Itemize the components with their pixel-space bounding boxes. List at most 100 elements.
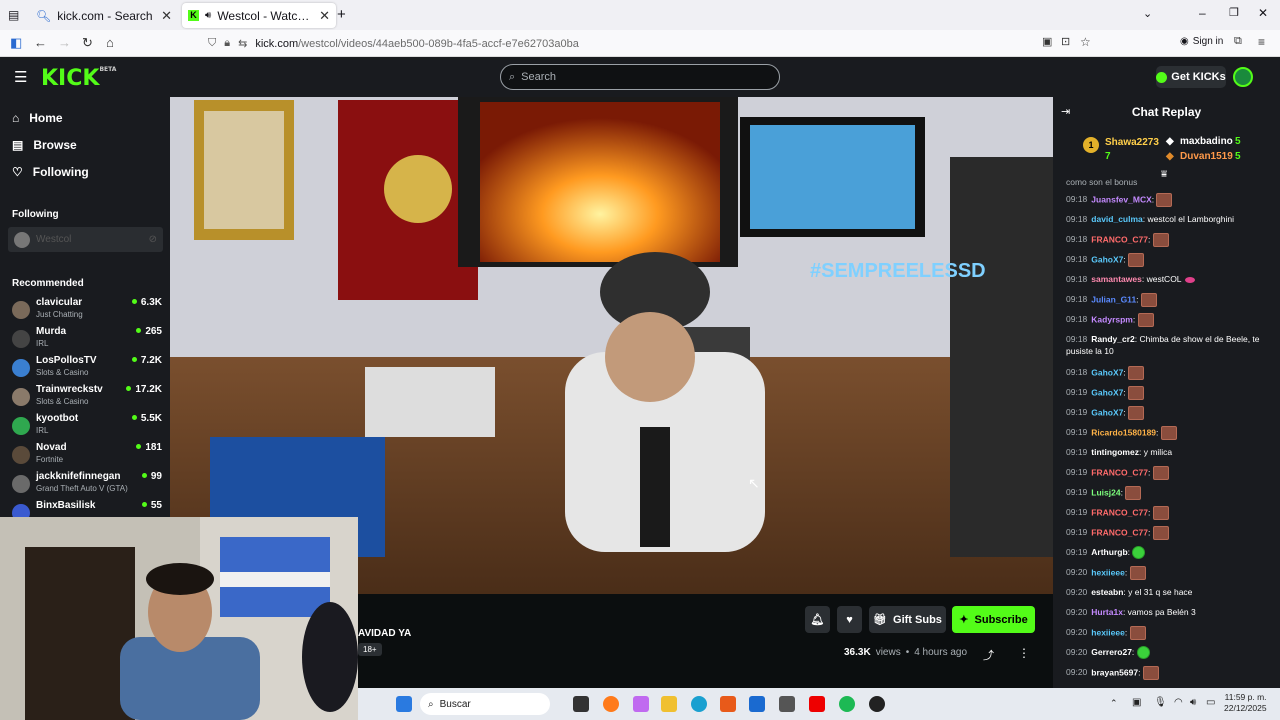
user-avatar[interactable]	[1233, 67, 1253, 87]
message-username[interactable]: Julian_G11	[1091, 294, 1136, 304]
message-username[interactable]: samantawes	[1091, 274, 1142, 284]
volume-icon[interactable]: 🔊︎	[1190, 697, 1196, 708]
bookmark-star-icon[interactable]: ☆	[1080, 35, 1091, 49]
get-kicks-button[interactable]: Get KICKs	[1156, 66, 1226, 88]
tab-list-icon[interactable]: ▤	[8, 8, 19, 22]
channel-avatar	[12, 417, 30, 435]
tab-kick-search[interactable]: 🔍︎ kick.com - Search ✕	[30, 3, 178, 28]
follow-heart-button[interactable]: ♥	[837, 606, 862, 633]
permissions-icon[interactable]: ⇆	[238, 37, 247, 50]
message-time: 09:18	[1066, 294, 1088, 305]
message-colon: :	[1147, 507, 1153, 518]
start-icon[interactable]	[396, 696, 412, 712]
menu-icon[interactable]: ≡	[1258, 35, 1265, 49]
message-username[interactable]: hexiieee	[1091, 567, 1125, 577]
recommended-channel[interactable]: LosPollosTV Slots & Casino 7.2K	[12, 355, 162, 383]
message-username[interactable]: GahoX7	[1091, 407, 1123, 417]
audio-playing-icon[interactable]: 🔊︎	[205, 10, 211, 21]
pocket-icon[interactable]: ⊡	[1061, 35, 1070, 48]
spotify-icon[interactable]	[839, 696, 855, 712]
close-tab-icon[interactable]: ✕	[319, 8, 330, 24]
message-username[interactable]: Gerrero27	[1091, 647, 1132, 657]
address-bar[interactable]: ⛉ 🔒︎ ⇆ kick.com/westcol/videos/44aeb500-…	[202, 33, 1098, 54]
gift-subs-button[interactable]: 🎁︎ Gift Subs	[869, 606, 946, 633]
file-explorer-icon[interactable]	[661, 696, 677, 712]
message-username[interactable]: GahoX7	[1091, 367, 1123, 377]
restore-button[interactable]: ❐	[1229, 6, 1239, 19]
extensions-icon[interactable]: ⧉	[1234, 35, 1242, 48]
copilot-icon[interactable]	[633, 696, 649, 712]
back-button[interactable]: ←	[34, 35, 47, 50]
message-username[interactable]: brayan5697	[1091, 667, 1138, 677]
message-username[interactable]: GahoX7	[1091, 254, 1123, 264]
chevron-up-icon[interactable]: ⌃	[1110, 698, 1118, 709]
notification-bell-button[interactable]: 🔔︎	[805, 606, 830, 633]
share-icon[interactable]: ⤴	[983, 647, 994, 663]
message-username[interactable]: tintingomez	[1091, 447, 1139, 457]
recommended-channel[interactable]: kyootbot IRL 5.5K	[12, 413, 162, 441]
message-username[interactable]: Juansfev_MCX	[1091, 194, 1151, 204]
system-clock[interactable]: 11:59 p. m. 22/12/2025	[1224, 692, 1267, 714]
hamburger-menu-icon[interactable]: ☰	[14, 68, 27, 86]
message-text: vamos pa Belén 3	[1127, 607, 1196, 617]
reload-button[interactable]: ↻	[82, 35, 93, 51]
wifi-icon[interactable]: ◠	[1174, 697, 1183, 708]
tray-app-icon[interactable]: ▣	[1132, 697, 1141, 708]
netflix-icon[interactable]	[809, 696, 825, 712]
task-view-icon[interactable]	[573, 696, 589, 712]
message-username[interactable]: esteabn	[1091, 587, 1123, 597]
outlook-icon[interactable]	[749, 696, 765, 712]
chevron-down-icon[interactable]: ⌄	[1143, 7, 1152, 20]
message-username[interactable]: GahoX7	[1091, 387, 1123, 397]
battery-icon[interactable]: ▭	[1206, 697, 1215, 708]
message-username[interactable]: Hurta1x	[1091, 607, 1123, 617]
close-window-button[interactable]: ✕	[1258, 6, 1268, 20]
message-username[interactable]: Randy_cr2	[1091, 334, 1134, 344]
new-tab-button[interactable]: +	[337, 6, 346, 23]
close-tab-icon[interactable]: ✕	[161, 8, 172, 24]
message-username[interactable]: Luisj24	[1091, 487, 1120, 497]
microphone-icon[interactable]: 🎙︎	[1154, 697, 1167, 708]
message-username[interactable]: FRANCO_C77	[1091, 507, 1148, 517]
channel-avatar	[12, 330, 30, 348]
kick-logo[interactable]: KICKBETA	[41, 66, 116, 91]
minimize-button[interactable]: –	[1199, 6, 1206, 20]
taskbar-search[interactable]: ⌕ Buscar	[420, 693, 550, 715]
chat-message: 09:20 hexiieee:	[1066, 566, 1271, 580]
recommended-channel[interactable]: Murda IRL 265	[12, 326, 162, 354]
app-icon[interactable]	[869, 696, 885, 712]
firefox-icon[interactable]	[603, 696, 619, 712]
message-username[interactable]: Kadyrspm	[1091, 314, 1133, 324]
tab-westcol-vod[interactable]: K 🔊︎ Westcol - Watch the VOD o ✕	[182, 3, 336, 28]
forward-button[interactable]: →	[58, 35, 71, 50]
recommended-channel[interactable]: clavicular Just Chatting 6.3K	[12, 297, 162, 325]
sign-in-button[interactable]: ◉ Sign in	[1180, 36, 1223, 47]
sidebar-item-home[interactable]: ⌂ Home	[12, 111, 63, 125]
channel-name: jackknifefinnegan	[36, 471, 121, 482]
app-icon[interactable]	[720, 696, 736, 712]
lock-icon[interactable]: 🔒︎	[224, 37, 230, 50]
more-options-icon[interactable]: ⋮	[1018, 646, 1030, 660]
message-username[interactable]: FRANCO_C77	[1091, 234, 1148, 244]
sidebar-toggle-icon[interactable]: ◧	[10, 35, 22, 51]
message-username[interactable]: hexiieee	[1091, 627, 1125, 637]
recommended-channel[interactable]: Trainwreckstv Slots & Casino 17.2K	[12, 384, 162, 412]
message-username[interactable]: Ricardo1580189	[1091, 427, 1156, 437]
message-username[interactable]: david_culma	[1091, 214, 1143, 224]
followed-channel-westcol[interactable]: Westcol ⊘	[8, 227, 163, 252]
shield-icon[interactable]: ⛉	[208, 37, 216, 50]
recommended-channel[interactable]: Novad Fortnite 181	[12, 442, 162, 470]
subscribe-button[interactable]: ✦ Subscribe	[952, 606, 1035, 633]
home-icon[interactable]: ⌂	[106, 35, 114, 50]
edge-icon[interactable]	[691, 696, 707, 712]
message-time: 09:19	[1066, 447, 1088, 457]
search-input[interactable]: ⌕ Search	[500, 64, 780, 90]
message-username[interactable]: Arthurgb	[1091, 547, 1127, 557]
message-username[interactable]: FRANCO_C77	[1091, 527, 1148, 537]
reader-view-icon[interactable]: ▣	[1042, 35, 1052, 48]
sidebar-item-browse[interactable]: ▤ Browse	[12, 138, 77, 152]
recommended-channel[interactable]: jackknifefinnegan Grand Theft Auto V (GTA…	[12, 471, 162, 499]
message-username[interactable]: FRANCO_C77	[1091, 467, 1148, 477]
app-icon[interactable]	[779, 696, 795, 712]
sidebar-item-following[interactable]: ♡ Following	[12, 165, 89, 179]
